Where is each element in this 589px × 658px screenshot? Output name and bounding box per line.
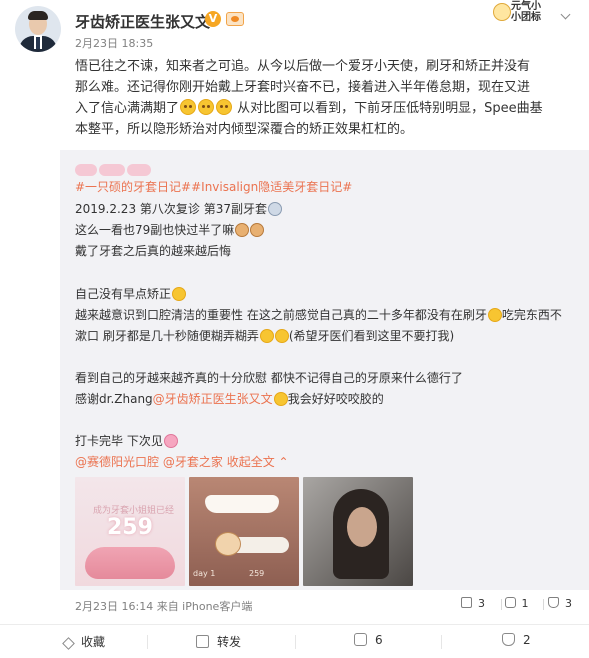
comment-button[interactable]: 6: [354, 633, 383, 647]
post-line: 本整平，所以隐形矫治对内倾型深覆合的矫正效果杠杠的。: [75, 122, 414, 137]
sticker-text: 元气小 小团标: [511, 1, 541, 23]
photo-caption-right: 259: [249, 569, 265, 578]
repost-button[interactable]: 转发: [196, 633, 241, 650]
post-body: 悟已往之不谏，知来者之可追。从今以后做一个爱牙小天使，刷牙和矫正并没有 那么难。…: [75, 56, 575, 140]
post-line: 那么难。还记得你刚开始戴上牙套时兴奋不已，接着进入半年倦怠期，现在又进: [75, 80, 531, 95]
avatar[interactable]: [15, 6, 61, 52]
repost-line: 看到自己的牙越来越齐真的十分欣慰 都快不记得自己的牙原来什么德行了: [75, 371, 463, 385]
repost-line: 打卡完毕 下次见: [75, 432, 178, 449]
avatar-tie: [36, 37, 40, 49]
weibo-post: 牙齿矫正医生张又文 V 2月23日 18:35 元气小 小团标 悟已往之不谏，知…: [0, 0, 589, 658]
repost-line: 感谢dr.Zhang@牙齿矫正医生张又文 我会好好咬咬胶的: [75, 392, 384, 406]
repost-icon: [196, 635, 209, 648]
chevron-up-icon[interactable]: ⌃: [275, 455, 289, 469]
repost-line: 自己没有早点矫正: [75, 285, 187, 302]
comment-icon: [504, 597, 516, 608]
chevron-down-icon[interactable]: [560, 10, 572, 22]
crying-emoji-icon: [267, 202, 282, 216]
grin-emoji-icon: [216, 99, 233, 115]
teeth-graphic: [205, 495, 279, 513]
heart-emoji-icon: [163, 434, 178, 448]
repost-mentions: @赛德阳光口腔 @牙套之家 收起全文 ⌃: [75, 453, 289, 470]
repost-stats: 3 1 3: [445, 597, 572, 610]
sticker-bubble-icon: [493, 3, 511, 21]
mention-link-yatao[interactable]: @牙套之家: [163, 455, 223, 469]
repost-line: 这么一看也79副也快过半了嘛: [75, 221, 265, 238]
like-icon: [502, 633, 515, 646]
kiss-emoji-icon: [273, 392, 288, 406]
verified-v-icon: V: [205, 11, 221, 27]
cat-sticker-graphic: [215, 532, 241, 556]
repost-comment-stat[interactable]: 1: [504, 597, 529, 610]
member-level-icon: [226, 12, 244, 26]
repost-box: #一只硕的牙套日记##Invisalign隐适美牙套日记# 2019.2.23 …: [60, 150, 589, 613]
post-time[interactable]: 2月23日 18:35: [75, 35, 153, 51]
avatar-hair: [28, 11, 48, 20]
photo-thumbnail[interactable]: 成为牙套小姐姐已经 259: [75, 477, 185, 586]
collapse-link[interactable]: 收起全文: [227, 455, 275, 469]
like-icon: [548, 597, 559, 608]
mention-link-sede[interactable]: @赛德阳光口腔: [75, 455, 159, 469]
grin-emoji-icon: [180, 99, 197, 115]
repost-share-stat[interactable]: 3: [461, 597, 485, 610]
cat-emoji-icon: [250, 223, 265, 237]
repost-like-stat[interactable]: 3: [548, 597, 572, 610]
grin-emoji-icon: [198, 99, 215, 115]
post-line: 入了信心满满期了 从对比图可以看到，下前牙压低特别明显，Spee曲基: [75, 99, 543, 116]
photo-caption-left: day 1: [193, 569, 216, 578]
portrait-face-graphic: [347, 507, 377, 547]
favorite-icon: [62, 637, 75, 650]
divider: [441, 635, 442, 649]
repost-line: 漱口 刷牙都是几十秒随便糊弄糊弄 (希望牙医们看到这里不要打我): [75, 329, 455, 343]
photo-thumbnail[interactable]: day 1 259: [189, 477, 299, 586]
photo-thumbnail[interactable]: [303, 477, 413, 586]
divider: [147, 635, 148, 649]
like-button[interactable]: 2: [502, 633, 531, 647]
comment-icon: [354, 633, 367, 646]
repost-author-blurred[interactable]: [75, 159, 165, 176]
repost-line: 越来越意识到口腔清洁的重要性 在这之前感觉自己真的二十多年都没有在刷牙 吃完东西不: [75, 308, 562, 322]
user-name[interactable]: 牙齿矫正医生张又文: [75, 11, 210, 32]
repost-line: 2019.2.23 第八次复诊 第37副牙套: [75, 200, 282, 217]
action-bar: 收藏 转发 6 2: [0, 624, 589, 658]
think-emoji-icon: [172, 287, 187, 301]
favorite-button[interactable]: 收藏: [62, 633, 105, 650]
drool-emoji-icon: [487, 308, 502, 322]
share-icon: [461, 597, 472, 608]
divider: [295, 635, 296, 649]
smile-emoji-icon: [259, 329, 274, 343]
post-line: 悟已往之不谏，知来者之可追。从今以后做一个爱牙小天使，刷牙和矫正并没有: [75, 59, 531, 74]
cat-emoji-icon: [235, 223, 250, 237]
lips-graphic: [85, 547, 175, 579]
mention-link[interactable]: @牙齿矫正医生张又文: [153, 392, 273, 406]
repost-time-source[interactable]: 2月23日 16:14 来自 iPhone客户端: [75, 598, 252, 614]
smile-emoji-icon: [274, 329, 289, 343]
photo-day-count: 259: [107, 515, 153, 540]
topic-tags[interactable]: #一只硕的牙套日记##Invisalign隐适美牙套日记#: [75, 178, 352, 195]
repost-line: 戴了牙套之后真的越来越后悔: [75, 244, 232, 258]
sticker-decoration: 元气小 小团标: [493, 1, 547, 23]
